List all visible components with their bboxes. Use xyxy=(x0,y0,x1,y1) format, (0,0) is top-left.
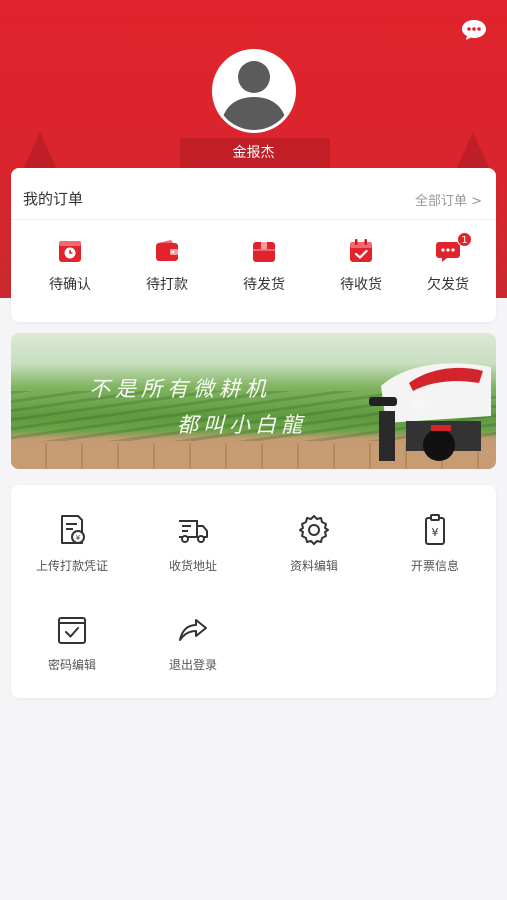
service-label: 密码编辑 xyxy=(47,658,96,672)
banner-slogan-line-1: 不是所有微耕机 xyxy=(89,377,271,401)
orders-header: 我的订单 全部订单 > xyxy=(11,168,496,220)
order-status-backorder[interactable]: 1 欠发货 xyxy=(408,232,488,294)
promo-banner[interactable]: 不是所有微耕机 都叫小白龍 xyxy=(11,333,496,469)
backorder-count-badge: 1 xyxy=(457,232,472,247)
shipping-address-button[interactable]: 收货地址 xyxy=(133,513,253,574)
service-label: 收货地址 xyxy=(168,559,217,573)
order-status-pending-payment[interactable]: 待打款 xyxy=(127,238,207,294)
clock-box-icon xyxy=(59,241,81,262)
banner-slogan: 不是所有微耕机 都叫小白龍 xyxy=(89,371,307,443)
services-card: ¥ 上传打款凭证 收货地址 资料编辑 ¥ 开票信息 密码编辑 退出登录 xyxy=(11,485,496,698)
order-status-label: 待打款 xyxy=(146,277,188,293)
orders-title: 我的订单 xyxy=(23,190,84,208)
banner-slogan-line-2: 都叫小白龍 xyxy=(177,413,307,437)
settings-gear-icon xyxy=(299,515,329,545)
change-password-button[interactable]: 密码编辑 xyxy=(12,612,132,673)
orders-card: 我的订单 全部订单 > 待确认 待打款 待发货 待收货 1 欠发货 xyxy=(11,168,496,322)
service-label: 资料编辑 xyxy=(289,559,338,573)
wallet-icon xyxy=(156,240,178,261)
edit-profile-button[interactable]: 资料编辑 xyxy=(254,513,374,574)
order-status-label: 待收货 xyxy=(340,277,382,293)
payment-receipt-icon: ¥ xyxy=(61,515,85,544)
order-status-label: 待发货 xyxy=(243,277,285,293)
invoice-clipboard-icon: ¥ xyxy=(425,514,445,545)
username: 金报杰 xyxy=(232,145,275,161)
chat-bubble-icon[interactable] xyxy=(461,18,487,42)
service-label: 退出登录 xyxy=(168,658,217,672)
logout-button[interactable]: 退出登录 xyxy=(133,612,253,673)
upload-payment-proof-button[interactable]: ¥ 上传打款凭证 xyxy=(12,513,132,574)
password-check-icon xyxy=(58,617,86,644)
order-status-pending-receipt[interactable]: 待收货 xyxy=(321,238,401,294)
svg-text:¥: ¥ xyxy=(432,526,439,539)
order-status-label: 待确认 xyxy=(49,277,91,293)
tiller-machine-image xyxy=(369,363,491,461)
view-all-orders-link[interactable]: 全部订单 > xyxy=(415,190,482,209)
invoice-info-button[interactable]: ¥ 开票信息 xyxy=(375,513,495,574)
service-label: 开票信息 xyxy=(410,559,459,573)
logout-share-icon xyxy=(179,619,207,641)
user-avatar-icon[interactable] xyxy=(212,49,296,133)
order-status-label: 欠发货 xyxy=(427,277,469,293)
delivery-truck-icon xyxy=(179,520,208,543)
calendar-check-icon xyxy=(350,239,372,262)
order-status-pending-confirm[interactable]: 待确认 xyxy=(30,238,110,294)
svg-text:¥: ¥ xyxy=(76,534,81,542)
order-status-pending-shipment[interactable]: 待发货 xyxy=(224,238,304,294)
service-label: 上传打款凭证 xyxy=(35,559,108,573)
package-icon xyxy=(253,242,275,262)
